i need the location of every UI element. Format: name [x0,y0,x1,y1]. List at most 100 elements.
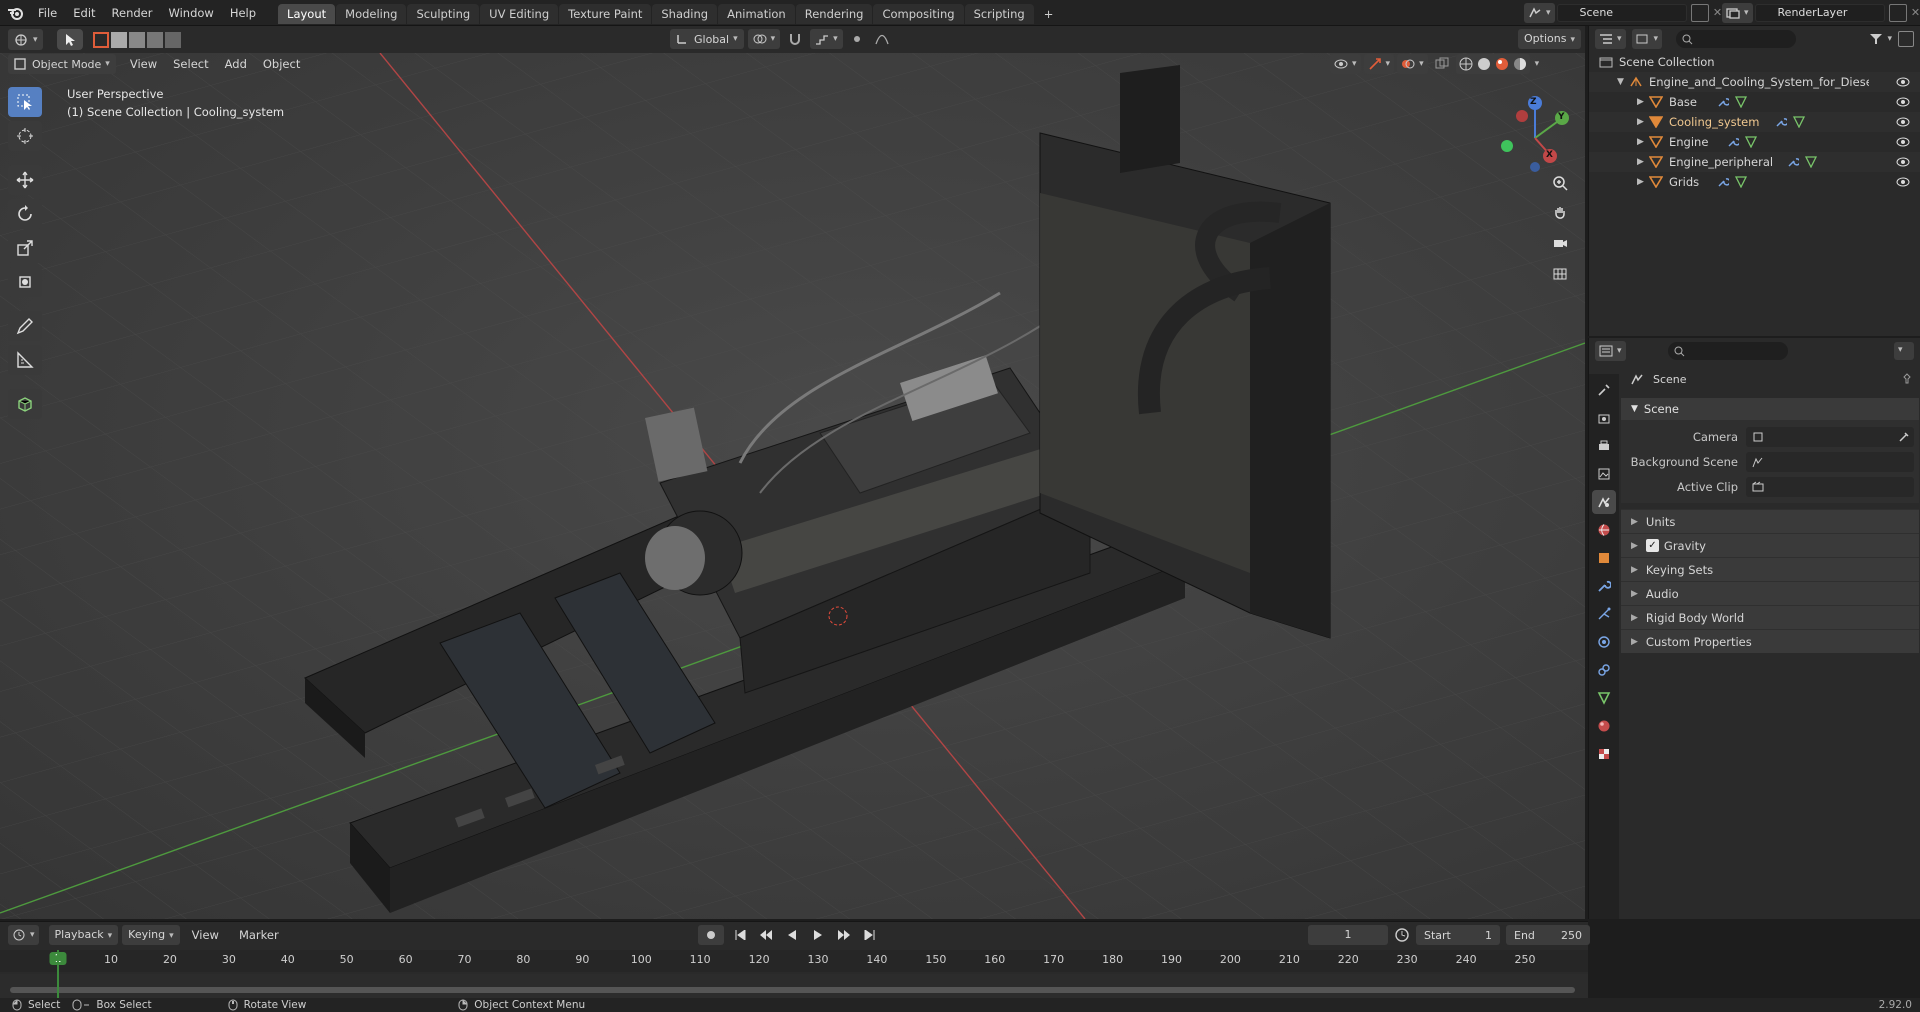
snap-target-dropdown[interactable] [810,29,843,49]
scale-tool[interactable] [8,233,42,263]
tab-view-layer[interactable] [1592,462,1616,486]
tab-data[interactable] [1592,686,1616,710]
delete-view-layer-icon[interactable]: ✕ [1907,4,1920,22]
falloff-dropdown[interactable] [871,29,893,49]
tab-rendering[interactable]: Rendering [795,4,873,24]
keying-menu[interactable]: Keying [122,925,180,945]
mode-dropdown[interactable]: Object Mode [8,54,116,74]
viewport-menu-object[interactable]: Object [255,54,308,74]
outliner-item-engine-peripheral[interactable]: ▶ Engine_peripheral [1589,152,1920,172]
viewport-menu-view[interactable]: View [122,54,165,74]
camera-view-button[interactable] [1548,231,1572,255]
tab-constraints[interactable] [1592,658,1616,682]
transform-orientation-dropdown[interactable]: Global [670,29,744,49]
viewport-menu-add[interactable]: Add [217,54,255,74]
select-box-tool[interactable] [8,87,42,117]
modifier-wrench-icon[interactable] [1717,96,1729,108]
toggle-projection-button[interactable] [1548,261,1572,285]
properties-search-input[interactable] [1667,342,1788,360]
tab-output[interactable] [1592,434,1616,458]
visibility-eye-icon[interactable] [1896,137,1910,147]
collection-expand-icon[interactable]: ▼ [1617,77,1629,87]
gizmo-toggle[interactable] [1363,54,1395,74]
timeline-editor-type-button[interactable] [8,925,39,945]
properties-options-dropdown[interactable] [1894,342,1914,360]
tab-render[interactable] [1592,406,1616,430]
scene-panel-header[interactable]: ▼ Scene [1621,398,1919,420]
view-layer-browse-button[interactable] [1722,3,1753,23]
options-dropdown[interactable]: Options [1518,29,1581,49]
select-mode-button[interactable] [56,29,83,50]
outliner-item-grids[interactable]: ▶ Grids [1589,172,1920,192]
subpanel-gravity[interactable]: ▶ ✓ Gravity [1621,533,1919,557]
menu-file[interactable]: File [30,0,65,26]
select-intersect-icon[interactable] [164,31,181,48]
expand-icon[interactable]: ▶ [1637,137,1649,147]
visibility-eye-icon[interactable] [1896,157,1910,167]
pivot-point-dropdown[interactable] [747,29,781,49]
tab-layout[interactable]: Layout [278,4,336,24]
timeline-track-area[interactable] [0,974,1588,999]
tab-object[interactable] [1592,546,1616,570]
tab-texture[interactable] [1592,742,1616,766]
play-button[interactable] [808,925,828,945]
3d-viewport[interactable]: User Perspective (1) Scene Collection | … [0,53,1585,919]
rotate-tool[interactable] [8,199,42,229]
tab-world[interactable] [1592,518,1616,542]
outliner-item-engine[interactable]: ▶ Engine [1589,132,1920,152]
select-new-icon[interactable] [92,31,109,48]
mesh-data-icon[interactable] [1735,176,1747,188]
record-button[interactable] [698,925,724,945]
scene-name-field[interactable]: Scene [1556,4,1687,22]
background-scene-field[interactable] [1746,451,1914,472]
add-workspace-button[interactable]: + [1035,4,1063,24]
editor-type-button[interactable] [8,29,43,50]
mesh-data-icon[interactable] [1805,156,1817,168]
snap-toggle[interactable] [784,29,806,49]
tab-scene[interactable] [1592,490,1616,514]
mesh-data-icon[interactable] [1735,96,1747,108]
view-layer-name-field[interactable]: RenderLayer [1754,4,1885,22]
preview-range-clock-icon[interactable] [1394,927,1410,943]
proportional-edit-toggle[interactable] [847,29,867,49]
subpanel-keying-sets[interactable]: ▶ Keying Sets [1621,557,1919,581]
play-reverse-button[interactable] [782,925,802,945]
next-keyframe-button[interactable] [834,925,854,945]
menu-help[interactable]: Help [222,0,264,26]
new-view-layer-icon[interactable] [1888,4,1907,22]
subpanel-rigid-body-world[interactable]: ▶ Rigid Body World [1621,605,1919,629]
cursor-tool[interactable] [8,121,42,151]
playhead-line[interactable] [57,950,59,999]
select-invert-icon[interactable] [146,31,163,48]
outliner-item-cooling-system[interactable]: ▶ Cooling_system [1589,112,1920,132]
expand-icon[interactable]: ▶ [1637,97,1649,107]
tab-modifiers[interactable] [1592,574,1616,598]
modifier-wrench-icon[interactable] [1727,136,1739,148]
subpanel-audio[interactable]: ▶ Audio [1621,581,1919,605]
menu-render[interactable]: Render [104,0,161,26]
tab-texture-paint[interactable]: Texture Paint [559,4,652,24]
expand-icon[interactable]: ▶ [1637,157,1649,167]
wireframe-shading-icon[interactable] [1459,57,1473,71]
select-extend-icon[interactable] [110,31,127,48]
outliner-filter-button[interactable] [1869,29,1892,49]
subpanel-custom-properties[interactable]: ▶ Custom Properties [1621,629,1919,653]
xray-toggle[interactable] [1431,54,1453,74]
blender-logo-icon[interactable] [0,6,30,20]
current-frame-field[interactable]: 1 [1308,925,1388,945]
material-shading-icon[interactable] [1495,57,1509,71]
overlays-toggle[interactable] [1397,54,1428,74]
visibility-eye-icon[interactable] [1896,117,1910,127]
menu-edit[interactable]: Edit [65,0,103,26]
playback-menu[interactable]: Playback [48,925,119,945]
display-mode-dropdown[interactable] [1631,29,1663,49]
outliner-item-base[interactable]: ▶ Base [1589,92,1920,112]
start-frame-field[interactable]: Start 1 [1416,925,1500,945]
select-subtract-icon[interactable] [128,31,145,48]
rendered-shading-icon[interactable] [1513,57,1527,71]
expand-icon[interactable]: ▶ [1637,177,1649,187]
tab-animation[interactable]: Animation [718,4,795,24]
move-tool[interactable] [8,165,42,195]
menu-window[interactable]: Window [160,0,221,26]
scene-collection-row[interactable]: Scene Collection [1589,52,1920,72]
